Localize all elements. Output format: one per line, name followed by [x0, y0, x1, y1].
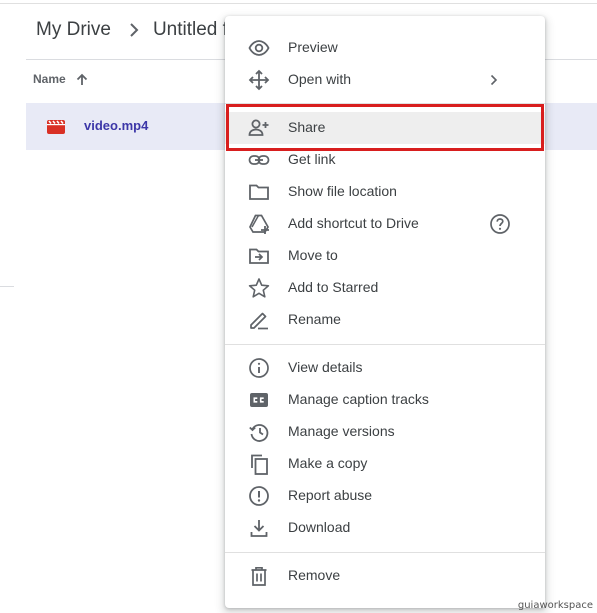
- history-icon: [248, 421, 270, 443]
- trash-icon: [248, 565, 270, 587]
- menu-item-add-to-starred[interactable]: Add to Starred: [225, 272, 545, 304]
- copy-icon: [248, 453, 270, 475]
- chevron-right-icon: [129, 23, 139, 37]
- watermark: guiaworkspace: [517, 600, 593, 611]
- file-name[interactable]: video.mp4: [84, 118, 148, 133]
- move-arrows-icon: [248, 69, 270, 91]
- pencil-icon: [248, 309, 270, 331]
- report-icon: [248, 485, 270, 507]
- left-divider: [0, 286, 14, 287]
- menu-item-label: Download: [288, 519, 351, 535]
- folder-move-icon: [248, 245, 270, 267]
- menu-item-label: Show file location: [288, 183, 397, 199]
- top-border: [0, 3, 597, 4]
- menu-item-label: Manage versions: [288, 423, 395, 439]
- person-add-icon: [248, 117, 270, 139]
- menu-item-add-shortcut[interactable]: Add shortcut to Drive: [225, 208, 545, 240]
- menu-item-label: Get link: [288, 151, 336, 167]
- column-header-name[interactable]: Name: [33, 72, 88, 86]
- menu-divider: [225, 552, 545, 553]
- closed-caption-icon: [248, 389, 270, 411]
- menu-item-label: Open with: [288, 71, 352, 87]
- column-header-label: Name: [33, 72, 66, 86]
- menu-item-label: Remove: [288, 567, 341, 583]
- chevron-right-icon: [483, 69, 505, 91]
- breadcrumb-my-drive[interactable]: My Drive: [36, 19, 111, 41]
- link-icon: [248, 149, 270, 171]
- menu-item-label: Move to: [288, 247, 338, 263]
- menu-divider: [225, 344, 545, 345]
- info-icon: [248, 357, 270, 379]
- menu-item-show-file-location[interactable]: Show file location: [225, 176, 545, 208]
- menu-item-label: View details: [288, 359, 363, 375]
- menu-item-preview[interactable]: Preview: [225, 32, 545, 64]
- download-icon: [248, 517, 270, 539]
- menu-item-rename[interactable]: Rename: [225, 304, 545, 336]
- video-file-icon: [47, 120, 65, 134]
- drive-shortcut-icon: [248, 213, 270, 235]
- menu-divider: [225, 103, 545, 104]
- menu-item-report-abuse[interactable]: Report abuse: [225, 480, 545, 512]
- menu-item-move-to[interactable]: Move to: [225, 240, 545, 272]
- menu-item-get-link[interactable]: Get link: [225, 144, 545, 176]
- star-icon: [248, 277, 270, 299]
- arrow-up-icon[interactable]: [76, 73, 88, 86]
- drive-page: My Drive Untitled fo Name video.mp4 Prev…: [0, 0, 597, 613]
- menu-item-label: Manage caption tracks: [288, 391, 429, 407]
- breadcrumb: My Drive Untitled fo: [36, 17, 239, 43]
- menu-item-label: Report abuse: [288, 487, 373, 503]
- folder-icon: [248, 181, 270, 203]
- help-icon[interactable]: [489, 213, 511, 235]
- menu-item-label: Add to Starred: [288, 279, 379, 295]
- menu-item-label: Share: [288, 119, 326, 135]
- menu-item-open-with[interactable]: Open with: [225, 64, 545, 96]
- menu-item-label: Preview: [288, 39, 338, 55]
- menu-item-download[interactable]: Download: [225, 512, 545, 544]
- menu-item-make-a-copy[interactable]: Make a copy: [225, 448, 545, 480]
- menu-item-label: Make a copy: [288, 455, 368, 471]
- menu-item-label: Rename: [288, 311, 341, 327]
- menu-item-manage-caption-tracks[interactable]: Manage caption tracks: [225, 384, 545, 416]
- menu-item-view-details[interactable]: View details: [225, 352, 545, 384]
- context-menu: Preview Open with Share Get link Show fi…: [225, 16, 545, 608]
- menu-item-remove[interactable]: Remove: [225, 560, 545, 592]
- menu-item-label: Add shortcut to Drive: [288, 215, 419, 231]
- eye-icon: [248, 37, 270, 59]
- menu-item-manage-versions[interactable]: Manage versions: [225, 416, 545, 448]
- menu-item-share[interactable]: Share: [225, 112, 545, 144]
